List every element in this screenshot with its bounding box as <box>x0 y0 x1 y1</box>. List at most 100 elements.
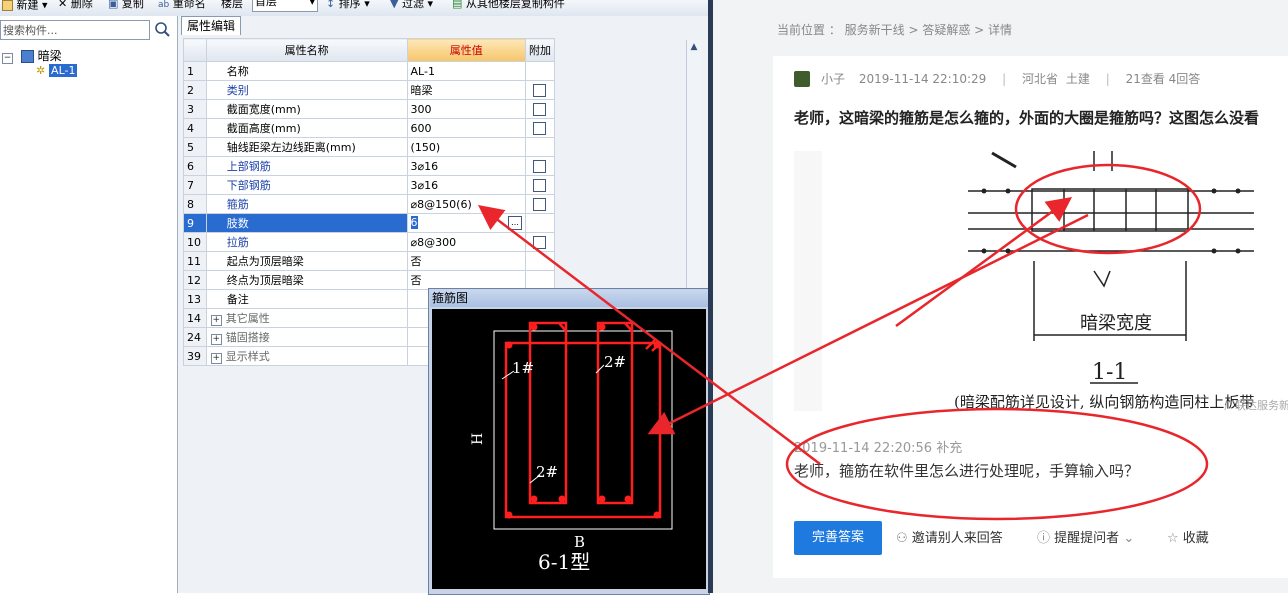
property-name-cell[interactable]: 起点为顶层暗梁 <box>205 251 408 271</box>
property-name-cell[interactable]: 类别 <box>205 80 408 100</box>
tree-node-hidden-beam[interactable]: − 暗梁 <box>2 47 62 64</box>
property-name-cell[interactable]: 上部钢筋 <box>205 156 408 176</box>
property-value-label: AL-1 <box>410 64 435 78</box>
info-icon: ⓘ <box>1037 531 1051 546</box>
tab-property-edit[interactable]: 属性编辑 <box>181 16 241 35</box>
property-value-cell[interactable]: 3⌀16 <box>406 156 526 176</box>
property-row[interactable]: 12 终点为顶层暗梁 否 <box>183 270 556 290</box>
property-row[interactable]: 7 下部钢筋 3⌀16 <box>183 175 556 195</box>
invite-answer-button[interactable]: ⚇ 邀请别人来回答 <box>896 530 1003 548</box>
property-name-cell[interactable]: 肢数 <box>205 213 408 233</box>
new-button[interactable]: 新建 ▾ <box>2 0 48 16</box>
expand-icon[interactable]: + <box>210 334 222 345</box>
expand-icon[interactable]: + <box>210 315 222 326</box>
expand-icon[interactable]: + <box>210 353 222 364</box>
perfect-answer-button[interactable]: 完善答案 <box>794 521 882 555</box>
header-extra[interactable]: 附加 <box>524 38 556 62</box>
property-name-cell[interactable]: + 显示样式 <box>205 346 408 366</box>
beam-group-icon <box>20 50 34 63</box>
property-value-cell[interactable]: 否 <box>406 251 526 271</box>
collect-button[interactable]: ☆ 收藏 <box>1167 530 1209 548</box>
row-number: 12 <box>183 270 207 290</box>
property-name-cell[interactable]: 终点为顶层暗梁 <box>205 270 408 290</box>
author-name[interactable]: 小子 <box>821 72 845 86</box>
property-row[interactable]: 9 肢数 6… <box>183 213 556 233</box>
property-row[interactable]: 4 截面高度(mm) 600 <box>183 118 556 138</box>
sort-icon: ↕ <box>326 0 336 10</box>
property-name-cell[interactable]: + 锚固搭接 <box>205 327 408 347</box>
property-row[interactable]: 11 起点为顶层暗梁 否 <box>183 251 556 271</box>
question-figure[interactable]: 暗梁宽度 1-1 (暗梁配筋详见设计, 纵向钢筋构造同柱上板带 广联达服务新干线 <box>794 151 1288 411</box>
property-value-cell[interactable]: 300 <box>406 99 526 119</box>
row-number: 3 <box>183 99 207 119</box>
property-name-cell[interactable]: 备注 <box>205 289 408 309</box>
property-value-cell[interactable]: ⌀8@150(6) <box>406 194 526 214</box>
stirrup-label-2-top: 2# <box>604 353 626 371</box>
property-row[interactable]: 10 拉筋 ⌀8@300 <box>183 232 556 252</box>
remind-asker-button[interactable]: ⓘ 提醒提问者 ⌄ <box>1037 530 1134 548</box>
user-icon: ⚇ <box>896 531 908 546</box>
ellipsis-edit-button[interactable]: … <box>507 216 522 230</box>
property-row[interactable]: 2 类别 暗梁 <box>183 80 556 100</box>
height-label: H <box>470 433 486 445</box>
search-icon[interactable] <box>152 20 172 40</box>
meta-separator: | <box>1105 72 1110 86</box>
extra-checkbox[interactable] <box>533 159 547 173</box>
avatar[interactable] <box>794 71 810 87</box>
extra-checkbox[interactable] <box>533 83 547 97</box>
sort-button[interactable]: ↕ 排序 ▾ <box>326 0 370 16</box>
chevron-down-icon: ▾ <box>309 0 315 8</box>
tree-node-al-1[interactable]: ✲ AL-1 <box>36 63 78 77</box>
grid-header-row: 属性名称 属性值 附加 <box>183 38 556 62</box>
filter-button[interactable]: ▼ 过滤 ▾ <box>390 0 433 16</box>
extra-cell <box>524 213 556 233</box>
property-name-label: 下部钢筋 <box>226 179 271 192</box>
rename-button[interactable]: ab 重命名 <box>158 0 206 16</box>
star-icon: ☆ <box>1167 531 1179 546</box>
property-name-cell[interactable]: 截面高度(mm) <box>205 118 408 138</box>
property-value-cell[interactable]: 3⌀16 <box>406 175 526 195</box>
floor-select[interactable]: 首层 ▾ <box>252 0 318 12</box>
scroll-up-icon[interactable]: ▲ <box>687 40 701 54</box>
property-row[interactable]: 6 上部钢筋 3⌀16 <box>183 156 556 176</box>
header-property-name[interactable]: 属性名称 <box>205 38 408 62</box>
extra-checkbox[interactable] <box>533 121 547 135</box>
extra-checkbox[interactable] <box>533 235 547 249</box>
property-value-cell[interactable]: 暗梁 <box>406 80 526 100</box>
property-row[interactable]: 1 名称 AL-1 <box>183 61 556 81</box>
property-name-cell[interactable]: 箍筋 <box>205 194 408 214</box>
property-name-cell[interactable]: + 其它属性 <box>205 308 408 328</box>
property-row[interactable]: 3 截面宽度(mm) 300 <box>183 99 556 119</box>
header-property-value[interactable]: 属性值 <box>406 38 526 62</box>
property-name-cell[interactable]: 拉筋 <box>205 232 408 252</box>
width-label: B <box>574 533 585 551</box>
property-value-cell[interactable]: ⌀8@300 <box>406 232 526 252</box>
toolbar: 新建 ▾ ✕ 删除 ▣ 复制 ab 重命名 楼层 首层 ▾ ↕ 排序 ▾ ▼ 过… <box>0 0 708 17</box>
property-name-cell[interactable]: 轴线距梁左边线距离(mm) <box>205 137 408 157</box>
property-row[interactable]: 5 轴线距梁左边线距离(mm) (150) <box>183 137 556 157</box>
property-row[interactable]: 8 箍筋 ⌀8@150(6) <box>183 194 556 214</box>
property-value-cell[interactable]: 600 <box>406 118 526 138</box>
extra-checkbox[interactable] <box>533 178 547 192</box>
copy-from-floor-button[interactable]: ▤ 从其他楼层复制构件 <box>452 0 565 16</box>
collapse-icon[interactable]: − <box>2 53 13 64</box>
property-value-cell[interactable]: 否 <box>406 270 526 290</box>
property-value-cell[interactable]: AL-1 <box>406 61 526 81</box>
property-value-cell[interactable]: 6… <box>406 213 526 233</box>
copy-icon: ▣ <box>108 0 119 10</box>
search-input[interactable]: 搜索构件... <box>0 20 150 40</box>
property-name-cell[interactable]: 截面宽度(mm) <box>205 99 408 119</box>
property-name-cell[interactable]: 名称 <box>205 61 408 81</box>
property-value-label: 否 <box>410 274 422 287</box>
extra-checkbox[interactable] <box>533 102 547 116</box>
property-name-cell[interactable]: 下部钢筋 <box>205 175 408 195</box>
extra-checkbox[interactable] <box>533 197 547 211</box>
extra-cell <box>524 156 556 176</box>
filter-icon: ▼ <box>390 0 399 10</box>
property-value-cell[interactable]: (150) <box>406 137 526 157</box>
copy-button[interactable]: ▣ 复制 <box>108 0 144 16</box>
stirrup-diagram: 1# 2# 2# H B 6-1型 <box>432 309 706 589</box>
delete-button[interactable]: ✕ 删除 <box>58 0 93 16</box>
answer-text: 老师，箍筋在软件里怎么进行处理呢，手算输入吗？ <box>794 462 1140 480</box>
property-name-label: 上部钢筋 <box>226 160 271 173</box>
